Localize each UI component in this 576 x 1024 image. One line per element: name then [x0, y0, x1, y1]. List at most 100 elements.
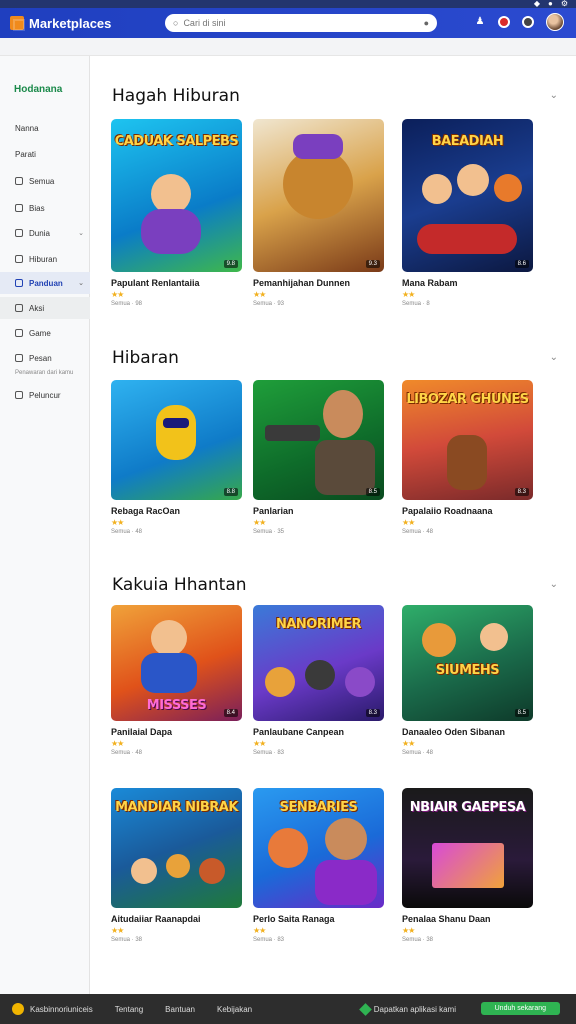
- search-input[interactable]: [183, 18, 424, 28]
- sidebar-item-game[interactable]: Game: [0, 322, 90, 344]
- chevron-down-icon[interactable]: ⌄: [550, 90, 558, 101]
- sidebar-item-nanna[interactable]: Nanna: [0, 117, 90, 139]
- star-rating: ★★: [111, 518, 124, 527]
- card-meta: Semua · 83: [253, 750, 285, 756]
- card-title: Rebaga RacOan: [111, 506, 181, 516]
- star-rating: ★★: [111, 739, 124, 748]
- sidebar-item-panduan[interactable]: Panduan ⌄: [0, 272, 90, 294]
- card-title: Mana Rabam: [402, 278, 458, 288]
- card-meta: Semua · 48: [111, 750, 143, 756]
- card-meta: Semua · 93: [253, 301, 285, 307]
- game-thumbnail[interactable]: NANORIMER 8.3: [253, 605, 384, 721]
- sidebar-item-bias[interactable]: Bias: [0, 197, 90, 219]
- character-body: [315, 860, 377, 905]
- game-art-text: LIBOZAR GHUNES: [406, 392, 529, 407]
- avatar[interactable]: [546, 13, 564, 31]
- game-thumbnail[interactable]: 8.5: [253, 380, 384, 500]
- arcade-screen: [432, 843, 504, 888]
- card-meta: Semua · 48: [402, 750, 434, 756]
- sidebar-note: Penawaran dari kamu: [15, 370, 74, 376]
- sidebar-item-parati[interactable]: Parati: [0, 143, 90, 165]
- character-figure: [494, 174, 522, 202]
- search-bar[interactable]: ○ ●: [165, 14, 437, 32]
- character-body: [315, 440, 375, 495]
- star-rating: ★★: [253, 290, 266, 299]
- search-icon[interactable]: ○: [173, 18, 178, 28]
- game-card[interactable]: NBIAIR GAEPESA Penalaa Shanu Daan ★★ Sem…: [402, 788, 533, 943]
- sidebar-item-pesan[interactable]: Pesan: [0, 347, 90, 369]
- game-card[interactable]: CADUAK SALPEBS 9.8 Papulant Renlantaiia …: [111, 119, 242, 307]
- character-figure: [345, 667, 375, 697]
- game-thumbnail[interactable]: MANDIAR NIBRAK: [111, 788, 242, 908]
- chevron-down-icon[interactable]: ⌄: [550, 579, 558, 590]
- card-meta: Semua · 48: [111, 529, 143, 535]
- game-art-text: CADUAK SALPEBS: [114, 134, 239, 150]
- rating-badge: 9.3: [365, 260, 380, 268]
- character-figure: [447, 435, 487, 490]
- sidebar-item-peluncur[interactable]: Peluncur: [0, 384, 90, 406]
- star-rating: ★★: [253, 518, 266, 527]
- card-title: Panlarian: [253, 506, 294, 516]
- star-rating: ★★: [111, 290, 124, 299]
- game-thumbnail[interactable]: NBIAIR GAEPESA: [402, 788, 533, 908]
- game-thumbnail[interactable]: 9.3: [253, 119, 384, 272]
- footer: Kasbinnoriuniceis Tentang Bantuan Kebija…: [0, 994, 576, 1024]
- game-card[interactable]: SENBARIES Perlo Saita Ranaga ★★ Semua · …: [253, 788, 384, 943]
- brand[interactable]: Marketplaces: [10, 16, 111, 31]
- game-art-text: MISSSES: [146, 698, 207, 713]
- card-title: Panilaial Dapa: [111, 727, 173, 737]
- sidebar: Hodanana Nanna Parati Semua Bias Dunia ⌄ …: [0, 56, 90, 994]
- game-card[interactable]: SIUMEHS 8.5 Danaaleo Oden Sibanan ★★ Sem…: [402, 605, 533, 756]
- character-figure: [268, 828, 308, 868]
- game-thumbnail[interactable]: SIUMEHS 8.5: [402, 605, 533, 721]
- notification-icon: ●: [547, 0, 553, 8]
- character-figure: [422, 623, 456, 657]
- game-card[interactable]: 8.5 Panlarian ★★ Semua · 35: [253, 380, 384, 535]
- gem-icon: [358, 1002, 372, 1016]
- card-meta: Semua · 8: [402, 301, 430, 307]
- game-card[interactable]: NANORIMER 8.3 Panlaubane Canpean ★★ Semu…: [253, 605, 384, 756]
- section-title: Hibaran: [112, 348, 179, 368]
- character-figure: [151, 174, 191, 214]
- character-body: [141, 653, 197, 693]
- game-thumbnail[interactable]: LIBOZAR GHUNES 8.3: [402, 380, 533, 500]
- game-card[interactable]: 8.8 Rebaga RacOan ★★ Semua · 48: [111, 380, 242, 535]
- game-art-text: BAEADIAH: [431, 134, 504, 150]
- game-card[interactable]: MANDIAR NIBRAK Aitudaiiar Raanapdai ★★ S…: [111, 788, 242, 943]
- footer-link[interactable]: Kebijakan: [217, 1005, 252, 1014]
- game-card[interactable]: MISSSES 8.4 Panilaial Dapa ★★ Semua · 48: [111, 605, 242, 756]
- chevron-down-icon[interactable]: ⌄: [550, 352, 558, 363]
- rocket-icon: [15, 391, 23, 399]
- character-figure: [151, 620, 187, 656]
- game-art-text: SIUMEHS: [435, 663, 500, 678]
- sidebar-item-dunia[interactable]: Dunia ⌄: [0, 222, 90, 244]
- sidebar-item-hiburan[interactable]: Hiburan: [0, 248, 90, 270]
- game-thumbnail[interactable]: MISSSES 8.4: [111, 605, 242, 721]
- sidebar-item-aksi[interactable]: Aksi: [0, 297, 90, 319]
- notifications-icon[interactable]: [498, 16, 510, 28]
- download-button[interactable]: Unduh sekarang: [480, 1002, 560, 1015]
- game-prop: [265, 425, 320, 441]
- game-thumbnail[interactable]: BAEADIAH 8.6: [402, 119, 533, 272]
- game-card[interactable]: 9.3 Pemanhijahan Dunnen ★★ Semua · 93: [253, 119, 384, 307]
- clear-search-icon[interactable]: ●: [424, 18, 429, 28]
- card-title: Papulant Renlantaiia: [111, 278, 200, 288]
- card-meta: Semua · 38: [402, 937, 434, 943]
- game-art-text: NANORIMER: [275, 616, 362, 632]
- game-thumbnail[interactable]: 8.8: [111, 380, 242, 500]
- character-figure: [422, 174, 452, 204]
- user-icon[interactable]: ♟: [474, 16, 486, 28]
- settings-icon: ⚙: [560, 0, 568, 8]
- game-card[interactable]: LIBOZAR GHUNES 8.3 Papalaiio Roadnaana ★…: [402, 380, 533, 535]
- game-thumbnail[interactable]: CADUAK SALPEBS 9.8: [111, 119, 242, 272]
- games-icon[interactable]: [522, 16, 534, 28]
- card-meta: Semua · 83: [253, 937, 285, 943]
- footer-link[interactable]: Bantuan: [165, 1005, 195, 1014]
- character-figure: [131, 858, 157, 884]
- sidebar-item-semua[interactable]: Semua: [0, 170, 90, 192]
- rating-badge: 8.3: [514, 488, 529, 496]
- footer-link[interactable]: Tentang: [115, 1005, 143, 1014]
- game-thumbnail[interactable]: SENBARIES: [253, 788, 384, 908]
- card-title: Danaaleo Oden Sibanan: [402, 727, 506, 737]
- game-card[interactable]: BAEADIAH 8.6 Mana Rabam ★★ Semua · 8: [402, 119, 533, 307]
